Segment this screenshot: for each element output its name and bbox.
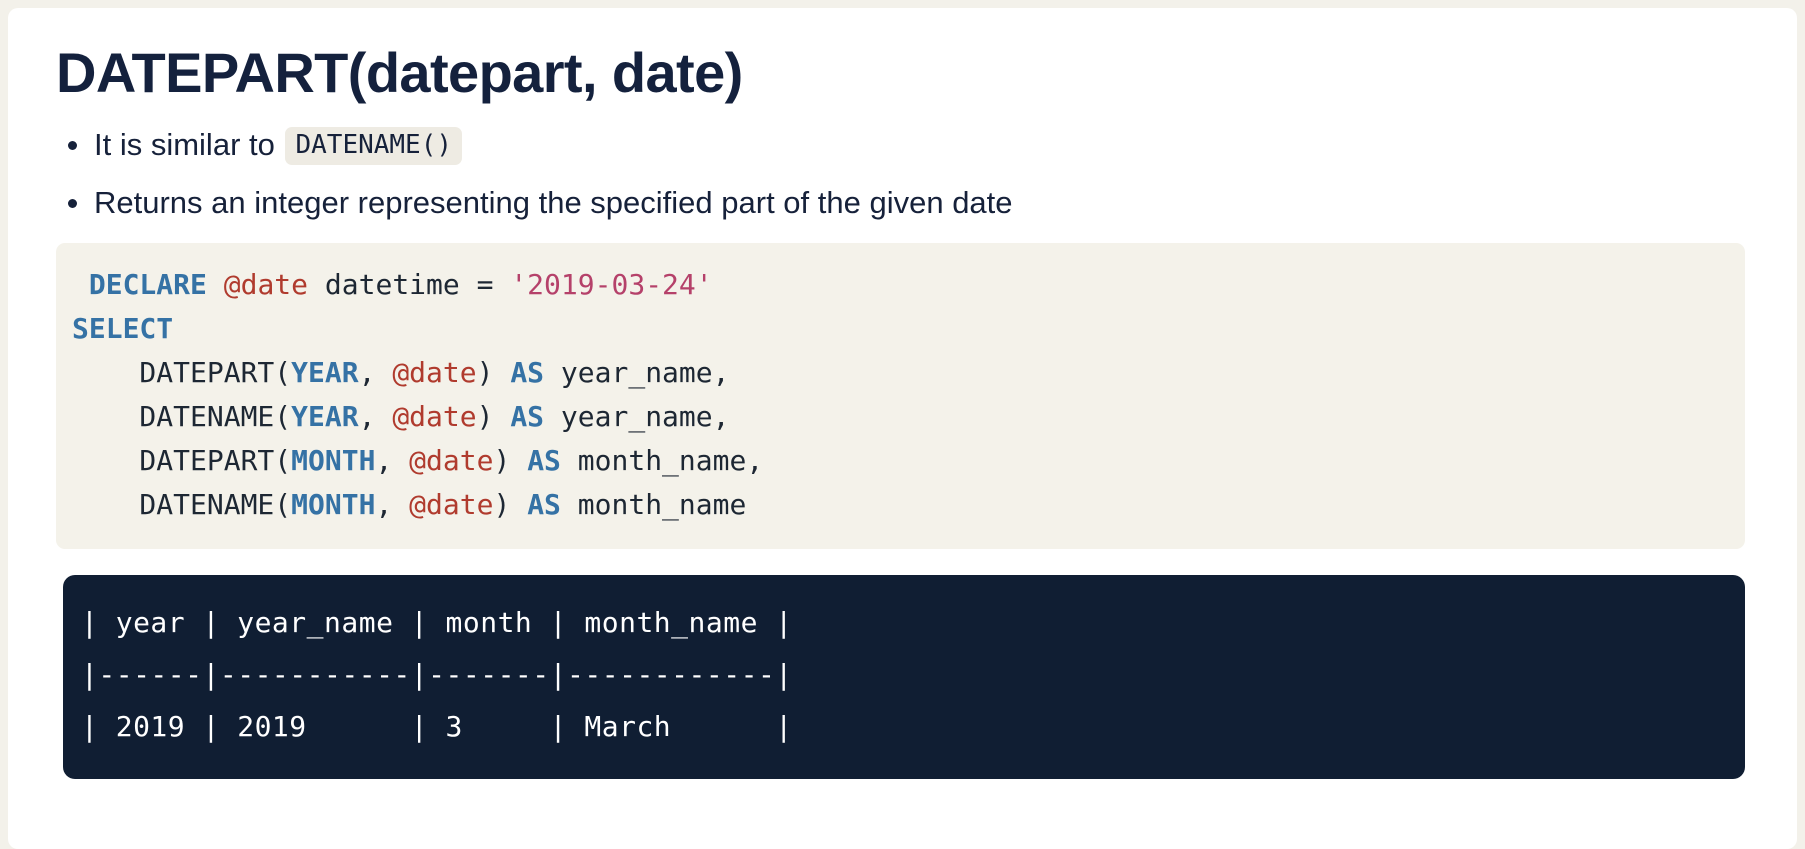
code-token-keyword: MONTH: [291, 443, 376, 477]
code-token-variable: @date: [409, 487, 494, 521]
code-token-keyword: AS: [527, 487, 561, 521]
code-token-keyword: AS: [527, 443, 561, 477]
code-token-plain: datetime =: [308, 267, 511, 301]
bullet-text: Returns an integer representing the spec…: [94, 184, 1013, 220]
page-title: DATEPART(datepart, date): [56, 41, 743, 104]
code-token-plain: month_name,: [560, 443, 764, 477]
list-item: It is similar to DATENAME(): [8, 123, 1797, 167]
output-line: | year | year_name | month | month_name …: [81, 605, 793, 639]
code-token-plain: DATENAME(: [72, 487, 292, 521]
code-token-plain: ): [493, 443, 528, 477]
code-token-variable: @date: [392, 355, 477, 389]
code-token-string: '2019-03-24': [510, 267, 713, 301]
query-output-block: | year | year_name | month | month_name …: [63, 574, 1745, 779]
code-token-variable: @date: [223, 267, 309, 301]
code-line: DATEPART(MONTH, @date) AS month_name,: [56, 439, 1745, 483]
code-token-plain: DATEPART(: [72, 355, 292, 389]
code-token-keyword: YEAR: [291, 355, 359, 389]
code-token-plain: ,: [358, 399, 393, 433]
page-card: DATEPART(datepart, date) It is similar t…: [8, 8, 1797, 849]
code-token-plain: ): [493, 487, 528, 521]
output-line: | 2019 | 2019 | 3 | March |: [81, 709, 793, 743]
code-token-keyword: SELECT: [72, 311, 174, 345]
code-line: DECLARE @date datetime = '2019-03-24': [56, 263, 1745, 307]
code-token-plain: year_name,: [544, 355, 730, 389]
code-token-keyword: AS: [510, 399, 545, 433]
code-line: SELECT: [56, 307, 1745, 351]
code-token-variable: @date: [409, 443, 494, 477]
code-token-plain: DATENAME(: [72, 399, 292, 433]
sql-code-block[interactable]: DECLARE @date datetime = '2019-03-24' SEL…: [56, 242, 1745, 549]
slide-content: DATEPART(datepart, date) It is similar t…: [8, 8, 1797, 779]
code-token-plain: month_name: [560, 487, 747, 521]
code-token-plain: ,: [375, 487, 410, 521]
code-token-keyword: DECLARE: [88, 267, 207, 301]
code-token-plain: ): [476, 355, 511, 389]
code-token-keyword: MONTH: [291, 487, 376, 521]
code-line: DATENAME(MONTH, @date) AS month_name: [56, 483, 1745, 527]
bullet-list: It is similar to DATENAME() Returns an i…: [8, 123, 1797, 225]
code-line: DATENAME(YEAR, @date) AS year_name,: [56, 395, 1745, 439]
code-token-keyword: AS: [510, 355, 545, 389]
bullet-text: It is similar to: [94, 126, 275, 162]
code-token-plain: DATEPART(: [72, 443, 292, 477]
code-token-keyword: YEAR: [291, 399, 359, 433]
code-token-variable: @date: [392, 399, 477, 433]
code-token-plain: ,: [358, 355, 393, 389]
code-token-plain: year_name,: [544, 399, 730, 433]
inline-code-datename: DATENAME(): [285, 126, 463, 165]
code-line: DATEPART(YEAR, @date) AS year_name,: [56, 351, 1745, 395]
code-token-plain: ): [476, 399, 511, 433]
output-line: |------|-----------|-------|------------…: [81, 657, 793, 691]
list-item: Returns an integer representing the spec…: [8, 181, 1797, 225]
code-token-plain: ,: [375, 443, 410, 477]
